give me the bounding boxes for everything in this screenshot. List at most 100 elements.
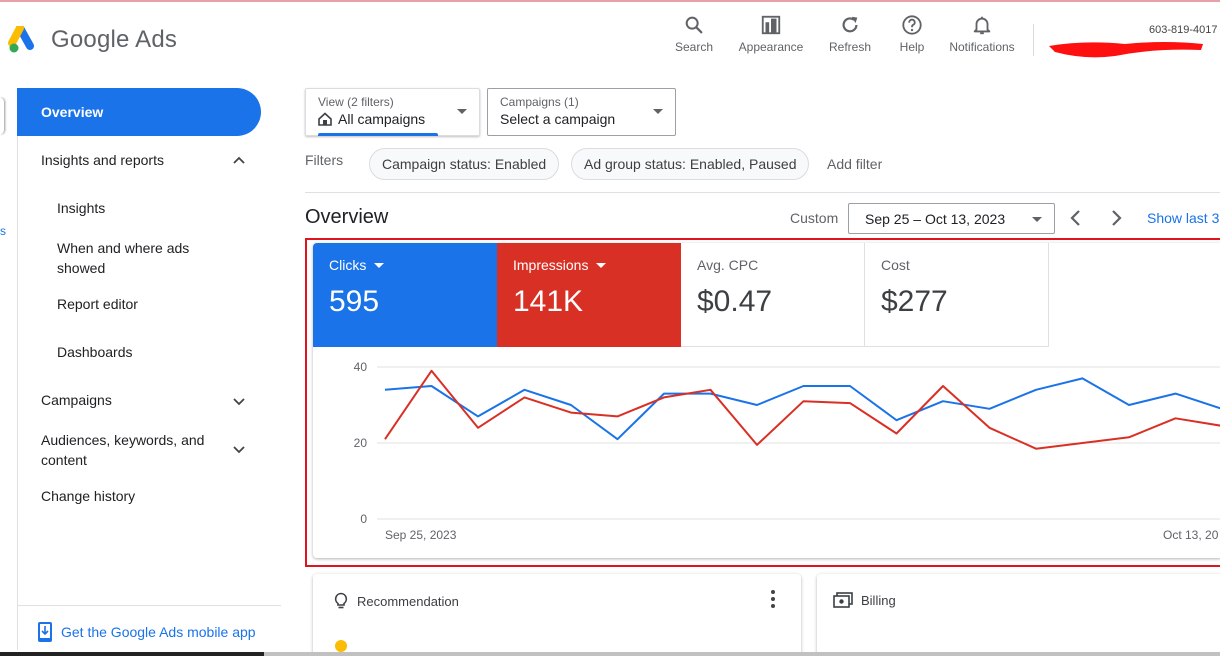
sidebar-item-label: Campaigns <box>41 392 112 408</box>
view-value: All campaigns <box>338 111 426 127</box>
refresh-label: Refresh <box>828 40 872 54</box>
appearance-button[interactable]: Appearance <box>736 14 806 60</box>
metric-value: $0.47 <box>697 285 773 318</box>
help-icon <box>902 15 922 35</box>
search-label: Search <box>674 40 714 54</box>
metric-label: Clicks <box>329 257 367 273</box>
taskbar-strip <box>0 652 264 656</box>
metric-avg-cpc[interactable]: Avg. CPC $0.47 <box>681 243 865 347</box>
range-type-label: Custom <box>790 210 839 226</box>
sidebar-item-when-and-where-ads-showed[interactable]: When and where ads showed <box>17 238 217 278</box>
sidebar-item-overview[interactable]: Overview <box>17 88 261 136</box>
redaction-mark <box>1049 42 1203 58</box>
sidebar-item-audiences[interactable]: Audiences, keywords, and content <box>17 430 262 470</box>
chart-series <box>384 369 1220 450</box>
date-range-picker[interactable]: Sep 25 – Oct 13, 2023 <box>848 203 1055 234</box>
metric-label: Impressions <box>513 257 589 273</box>
previous-period-button[interactable] <box>1064 206 1088 230</box>
horizontal-scrollbar[interactable] <box>264 652 1220 656</box>
chevron-down-icon <box>233 398 245 406</box>
y-tick-label: 20 <box>354 436 368 450</box>
sidebar-item-insights[interactable]: Insights <box>17 200 262 216</box>
sidebar-item-report-editor[interactable]: Report editor <box>17 296 262 312</box>
metric-label: Cost <box>881 257 910 273</box>
rail-fragment: s <box>0 224 6 238</box>
billing-card: Billing <box>817 574 1220 656</box>
refresh-button[interactable]: Refresh <box>826 14 874 60</box>
search-icon <box>685 16 703 34</box>
date-range-value: Sep 25 – Oct 13, 2023 <box>865 211 1006 227</box>
help-button[interactable]: Help <box>894 14 930 60</box>
series-line-clicks <box>384 377 1220 441</box>
page-title: Overview <box>305 206 389 228</box>
campaigns-caption: Campaigns (1) <box>500 95 579 109</box>
dropdown-caret-icon <box>653 109 663 114</box>
refresh-icon <box>842 16 858 33</box>
filter-chip-campaign-status[interactable]: Campaign status: Enabled <box>369 148 560 180</box>
sidebar-item-campaigns[interactable]: Campaigns <box>17 392 262 408</box>
sidebar-group-label: Insights and reports <box>41 152 164 168</box>
account-id[interactable]: 603-819-4017 <box>1149 24 1218 36</box>
card-title: Billing <box>861 592 896 608</box>
header-divider <box>1033 24 1034 56</box>
metric-impressions[interactable]: Impressions 141K <box>497 243 681 347</box>
x-tick-label-end: Oct 13, 20 <box>1163 528 1219 542</box>
mobile-app-link[interactable]: Get the Google Ads mobile app <box>37 621 256 643</box>
add-filter-button[interactable]: Add filter <box>827 156 882 172</box>
series-line-impressions <box>384 369 1220 450</box>
metric-value: 595 <box>329 285 380 318</box>
sidebar-item-dashboards[interactable]: Dashboards <box>17 344 262 360</box>
dropdown-caret-icon <box>457 109 467 114</box>
metric-cost[interactable]: Cost $277 <box>865 243 1049 347</box>
sidebar-footer-divider <box>18 605 281 606</box>
google-ads-logo <box>8 26 34 53</box>
sidebar-rail <box>0 90 18 650</box>
metric-label: Avg. CPC <box>697 257 759 273</box>
performance-line-chart: 40 20 0 Sep 25, 2023 Oct 13, 20 <box>354 360 1220 542</box>
search-button[interactable]: Search <box>672 14 716 60</box>
campaigns-value: Select a campaign <box>500 111 616 127</box>
filters-divider <box>305 192 1220 193</box>
mobile-app-label: Get the Google Ads mobile app <box>61 624 256 640</box>
view-caption: View (2 filters) <box>318 95 394 109</box>
sidebar-group-insights-and-reports[interactable]: Insights and reports <box>17 152 262 168</box>
dropdown-caret-icon <box>1032 217 1042 222</box>
chevron-up-icon <box>233 156 245 164</box>
brand-name: Google Ads <box>51 26 178 53</box>
lightbulb-icon <box>334 592 348 609</box>
y-tick-label: 40 <box>354 360 368 374</box>
home-icon <box>318 112 332 126</box>
more-options-icon[interactable] <box>771 590 775 608</box>
card-title: Recommendation <box>357 593 459 609</box>
rail-handle[interactable] <box>0 98 4 134</box>
appearance-icon <box>761 15 781 35</box>
metric-clicks[interactable]: Clicks 595 <box>313 243 497 347</box>
y-tick-label: 0 <box>360 512 367 526</box>
help-label: Help <box>899 40 925 54</box>
chevron-down-icon <box>233 446 245 454</box>
active-underline <box>318 133 438 136</box>
performance-card: Clicks 595 Impressions 141K Avg. CPC $0.… <box>313 243 1220 558</box>
next-period-button[interactable] <box>1104 206 1128 230</box>
notifications-button[interactable]: Notifications <box>944 14 1020 60</box>
suggestion-bullet-icon <box>335 640 347 652</box>
dropdown-caret-icon <box>596 262 607 268</box>
filter-chip-ad-group-status[interactable]: Ad group status: Enabled, Paused <box>571 148 810 180</box>
bell-icon <box>973 16 991 35</box>
appearance-label: Appearance <box>738 40 804 54</box>
sidebar-item-label: Audiences, keywords, and content <box>41 432 205 468</box>
phone-download-icon <box>38 622 52 642</box>
show-last-link[interactable]: Show last 3 <box>1147 210 1219 226</box>
metric-value: $277 <box>881 285 948 318</box>
notifications-label: Notifications <box>949 40 1015 54</box>
chart-grid <box>377 366 1220 520</box>
billing-icon <box>833 592 853 608</box>
dropdown-caret-icon <box>374 262 385 268</box>
sidebar-item-change-history[interactable]: Change history <box>17 488 262 504</box>
campaign-selector[interactable]: Campaigns (1) Select a campaign <box>487 88 676 136</box>
view-selector[interactable]: View (2 filters) All campaigns <box>305 88 480 136</box>
metric-value: 141K <box>513 285 584 318</box>
x-tick-label-start: Sep 25, 2023 <box>385 528 457 542</box>
filters-label: Filters <box>305 152 344 168</box>
recommendation-card: Recommendation <box>313 574 801 656</box>
